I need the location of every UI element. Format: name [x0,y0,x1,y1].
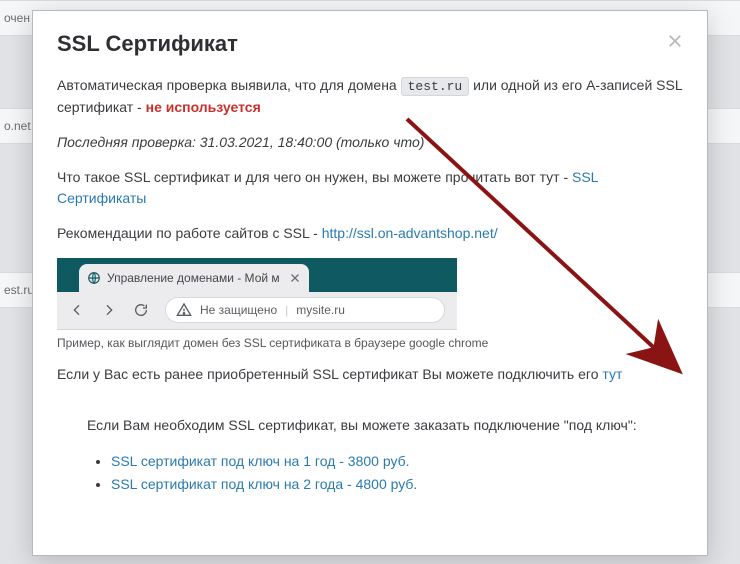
whatis-text: Что такое SSL сертификат и для чего он н… [57,167,683,209]
insecure-label: Не защищено [200,303,277,317]
list-item: SSL сертификат под ключ на 1 год - 3800 … [111,450,683,474]
reload-icon [133,302,149,318]
forward-icon [101,302,117,318]
ssl-modal: SSL Сертификат Автоматическая проверка в… [32,10,708,556]
auto-check-text: Автоматическая проверка выявила, что для… [57,75,683,118]
browser-tab: Управление доменами - Мой м [79,264,309,292]
plans-list: SSL сертификат под ключ на 1 год - 3800 … [111,450,683,498]
back-icon [69,302,85,318]
ssl-recom-link[interactable]: http://ssl.on-advantshop.net/ [322,225,498,241]
browser-caption: Пример, как выглядит домен без SSL серти… [57,336,683,350]
not-used-label: не используется [146,99,261,115]
existing-cert-text: Если у Вас есть ранее приобретенный SSL … [57,364,683,385]
close-icon[interactable] [663,29,687,53]
order-intro-text: Если Вам необходим SSL сертификат, вы мо… [87,415,683,436]
list-item: SSL сертификат под ключ на 2 года - 4800… [111,473,683,497]
address-field: Не защищено | mysite.ru [165,297,445,323]
browser-address-bar: Не защищено | mysite.ru [57,292,457,330]
plan-1yr-link[interactable]: SSL сертификат под ключ на 1 год - 3800 … [111,453,410,469]
recommendations-text: Рекомендации по работе сайтов с SSL - ht… [57,223,683,244]
browser-tabs-bar: Управление доменами - Мой м [57,258,457,292]
domain-chip: test.ru [401,77,470,96]
warning-icon [176,302,192,318]
last-check-text: Последняя проверка: 31.03.2021, 18:40:00… [57,132,683,153]
close-tab-icon [289,272,301,284]
browser-tab-title: Управление доменами - Мой м [107,271,283,285]
globe-icon [87,271,101,285]
connect-cert-link[interactable]: тут [602,366,622,382]
address-text: mysite.ru [296,303,345,317]
plan-2yr-link[interactable]: SSL сертификат под ключ на 2 года - 4800… [111,476,417,492]
modal-title: SSL Сертификат [57,31,683,57]
browser-mock: Управление доменами - Мой м [57,258,457,330]
